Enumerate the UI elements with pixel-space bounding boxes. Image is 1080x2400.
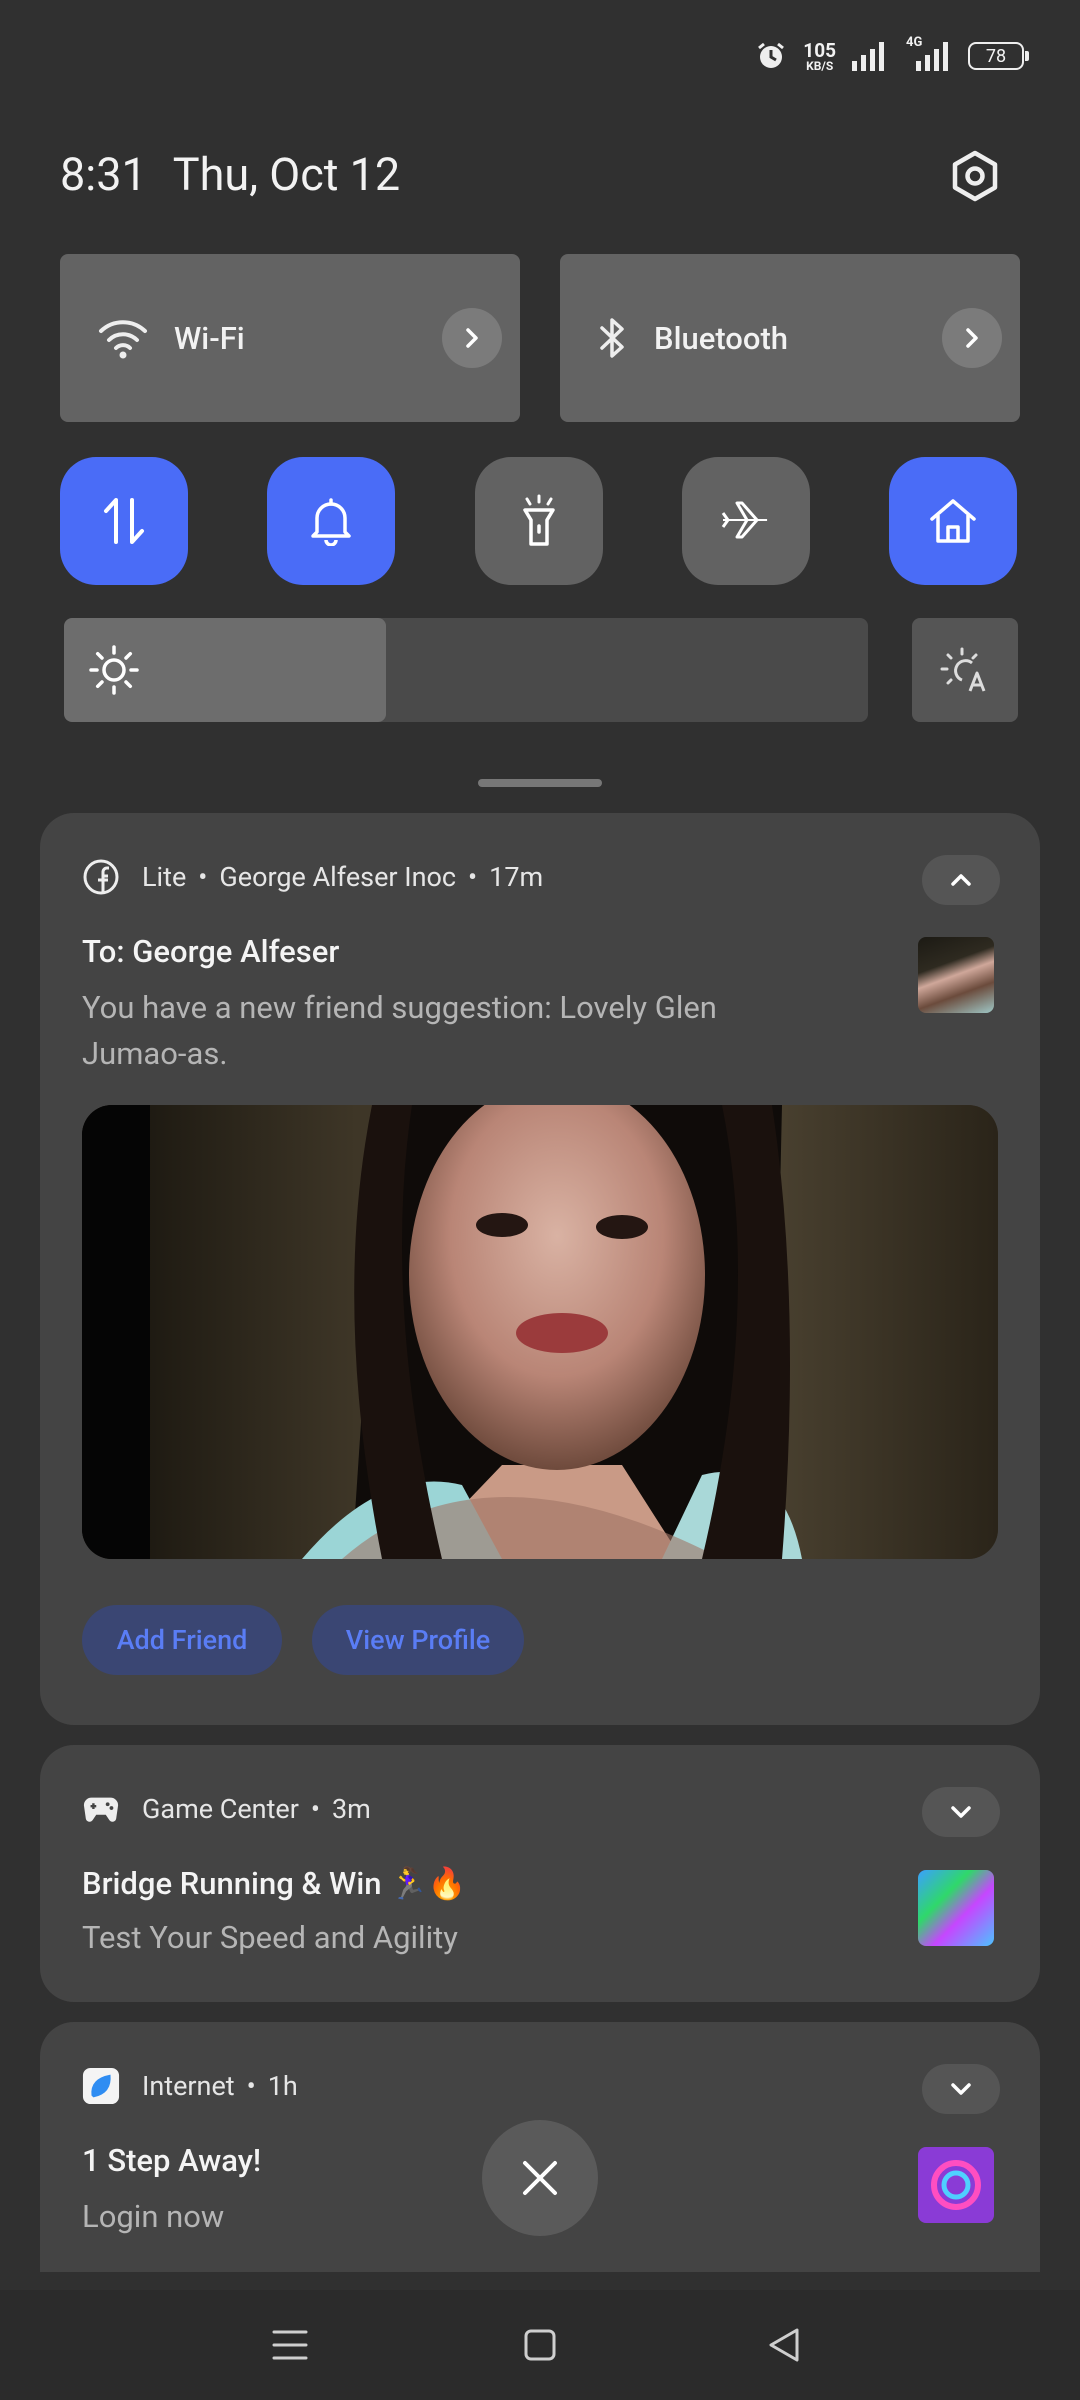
notification-body: Test Your Speed and Agility [82, 1919, 458, 1956]
suggested-friend-photo [82, 1105, 998, 1559]
back-triangle-icon [769, 2328, 799, 2362]
brightness-icon [89, 645, 139, 695]
square-icon [524, 2329, 556, 2361]
airplane-icon [721, 501, 768, 539]
facebook-icon [82, 858, 120, 896]
menu-icon [272, 2330, 308, 2360]
chevron-up-icon [951, 874, 971, 886]
wifi-label: Wi-Fi [174, 319, 245, 357]
panel-drag-handle[interactable] [478, 779, 602, 787]
auto-brightness-icon [940, 647, 986, 692]
battery-level: 78 [985, 45, 1007, 67]
flashlight-tile[interactable] [475, 457, 603, 585]
bluetooth-icon [600, 318, 624, 358]
collapse-button[interactable] [922, 855, 1000, 905]
bluetooth-label: Bluetooth [654, 319, 789, 357]
chevron-down-icon [951, 1806, 971, 1818]
chevron-right-icon [966, 328, 978, 348]
home-tile[interactable] [889, 457, 1017, 585]
settings-button[interactable] [940, 136, 1010, 216]
gear-icon [952, 150, 998, 202]
notification-header: Game Center • 3m [82, 1790, 371, 1828]
battery-icon: 78 [968, 42, 1029, 70]
clear-all-button[interactable] [482, 2120, 598, 2236]
bluetooth-expand-button[interactable] [942, 308, 1002, 368]
navigation-bar [0, 2290, 1080, 2400]
network-speed-value: 105 [803, 38, 836, 62]
wifi-icon [99, 320, 147, 359]
notification-header: Internet • 1h [82, 2067, 298, 2105]
account-name: George Alfeser Inoc [219, 861, 457, 893]
wifi-tile[interactable]: Wi-Fi [60, 254, 520, 422]
home-icon [930, 499, 976, 543]
notification-age: 17m [489, 861, 544, 893]
expand-button[interactable] [922, 1787, 1000, 1837]
profile-thumbnail [918, 937, 994, 1013]
notification-title: To: George Alfeser [82, 933, 340, 970]
network-type-label: 4G [906, 35, 923, 50]
notification-card-facebook[interactable]: Lite • George Alfeser Inoc • 17m To: Geo… [40, 813, 1040, 1725]
app-name: Internet [142, 2070, 235, 2102]
chevron-down-icon [951, 2083, 971, 2095]
home-button[interactable] [500, 2310, 580, 2380]
clock-date: 8:31 Thu, Oct 12 [60, 148, 400, 201]
clock: 8:31 [60, 148, 147, 201]
signal-4g-icon: 4G [904, 35, 952, 71]
close-icon [523, 2161, 557, 2195]
game-thumbnail [918, 1870, 994, 1946]
notification-body: Login now [82, 2198, 225, 2235]
chevron-right-icon [466, 328, 478, 348]
bluetooth-tile[interactable]: Bluetooth [560, 254, 1020, 422]
notification-age: 1h [267, 2070, 298, 2102]
wifi-expand-button[interactable] [442, 308, 502, 368]
auto-brightness-button[interactable] [912, 618, 1018, 722]
network-speed-unit: KB/S [806, 58, 834, 73]
back-button[interactable] [744, 2310, 824, 2380]
date: Thu, Oct 12 [172, 148, 401, 201]
expand-button[interactable] [922, 2064, 1000, 2114]
notification-title: 1 Step Away! [82, 2142, 262, 2179]
internet-browser-icon [82, 2067, 120, 2105]
airplane-mode-tile[interactable] [682, 457, 810, 585]
signal-icon [852, 41, 888, 71]
bell-icon [311, 498, 351, 546]
notification-header: Lite • George Alfeser Inoc • 17m [82, 858, 543, 896]
notification-age: 3m [332, 1793, 371, 1825]
notification-card-game-center[interactable]: Game Center • 3m Bridge Running & Win 🏃‍… [40, 1745, 1040, 2002]
flashlight-icon [523, 494, 555, 546]
app-name: Lite [142, 861, 187, 893]
sound-tile[interactable] [267, 457, 395, 585]
app-name: Game Center [142, 1793, 299, 1825]
status-bar: 105 KB/S 4G 78 [755, 34, 1029, 78]
add-friend-button[interactable]: Add Friend [82, 1605, 282, 1675]
recents-button[interactable] [250, 2310, 330, 2380]
notification-body: You have a new friend suggestion: Lovely… [82, 989, 717, 1072]
alarm-icon [755, 40, 787, 72]
gamepad-icon [82, 1790, 120, 1828]
view-profile-button[interactable]: View Profile [312, 1605, 524, 1675]
notification-title: Bridge Running & Win 🏃‍♀️🔥 [82, 1865, 467, 1902]
internet-thumbnail [918, 2147, 994, 2223]
data-transfer-icon [104, 498, 144, 544]
network-speed: 105 KB/S [803, 41, 836, 72]
mobile-data-tile[interactable] [60, 457, 188, 585]
brightness-slider[interactable] [64, 618, 868, 722]
